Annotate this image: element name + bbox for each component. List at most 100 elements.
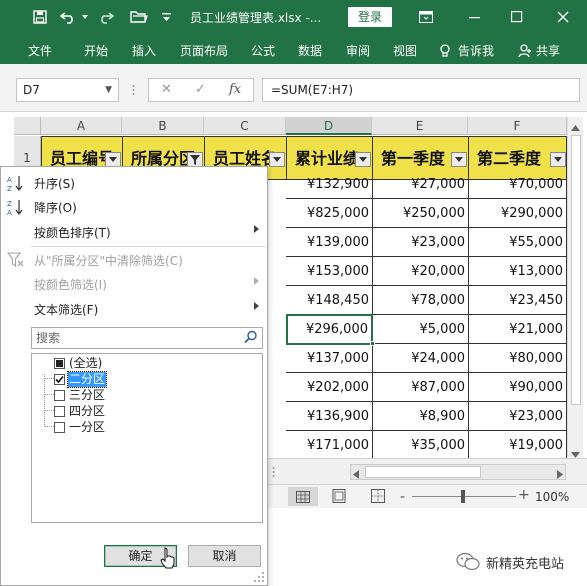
filter-item-region-1[interactable]: 一分区 bbox=[54, 420, 174, 435]
close-icon[interactable] bbox=[551, 6, 575, 28]
unchecked-checkbox-icon[interactable] bbox=[54, 390, 65, 401]
filter-by-color-item[interactable]: 按颜色筛选(I) bbox=[1, 272, 267, 296]
vertical-scrollbar[interactable] bbox=[567, 117, 583, 458]
scroll-right-icon[interactable] bbox=[557, 468, 563, 482]
filter-item-region-4[interactable]: 四分区 bbox=[54, 404, 174, 419]
sort-descending-item[interactable]: ZA 降序(O) bbox=[1, 195, 267, 219]
filter-dropdown-button-e[interactable] bbox=[451, 152, 467, 167]
cancel-button[interactable]: 取消 bbox=[188, 545, 261, 567]
cell-total[interactable]: ¥202,000 bbox=[286, 373, 373, 402]
cell-q2[interactable]: ¥70,000 bbox=[468, 170, 567, 199]
cell-q1[interactable]: ¥20,000 bbox=[372, 257, 469, 286]
cell-total[interactable]: ¥132,900 bbox=[286, 170, 373, 199]
active-cell-d7[interactable]: ¥296,000 bbox=[286, 314, 373, 345]
customize-toolbar-icon[interactable] bbox=[160, 6, 172, 28]
page-break-view-icon[interactable] bbox=[371, 489, 385, 506]
cell-total[interactable]: ¥171,000 bbox=[286, 431, 373, 460]
cell-q2[interactable]: ¥23,000 bbox=[468, 402, 567, 431]
scroll-left-icon[interactable] bbox=[353, 468, 359, 482]
save-icon[interactable] bbox=[30, 6, 50, 28]
horizontal-scroll-thumb[interactable] bbox=[365, 466, 481, 478]
cell-q2[interactable]: ¥21,000 bbox=[468, 315, 567, 344]
cell-total[interactable]: ¥139,000 bbox=[286, 228, 373, 257]
filter-dropdown-button-c[interactable] bbox=[269, 152, 285, 167]
login-button[interactable]: 登录 bbox=[348, 7, 392, 27]
name-box-dropdown-icon[interactable]: ▼ bbox=[105, 79, 112, 101]
cell-q2[interactable]: ¥290,000 bbox=[468, 199, 567, 228]
filter-values-list[interactable]: (全选) 二分区 三分区 四分区 一分区 bbox=[31, 353, 263, 523]
scroll-up-icon[interactable] bbox=[571, 120, 580, 134]
redo-icon[interactable] bbox=[96, 6, 116, 28]
cell-total[interactable]: ¥136,900 bbox=[286, 402, 373, 431]
unchecked-checkbox-icon[interactable] bbox=[54, 406, 65, 417]
cell-q1[interactable]: ¥87,000 bbox=[372, 373, 469, 402]
sheet-tab-splitter[interactable] bbox=[272, 466, 296, 478]
cell-total[interactable]: ¥153,000 bbox=[286, 257, 373, 286]
page-layout-view-icon[interactable] bbox=[332, 489, 346, 506]
text-filter-item[interactable]: 文本筛选(F) bbox=[1, 297, 267, 321]
column-header-d[interactable]: D bbox=[286, 117, 372, 135]
minimize-icon[interactable] bbox=[463, 6, 487, 28]
column-header-a[interactable]: A bbox=[41, 117, 122, 135]
cell-total[interactable]: ¥137,000 bbox=[286, 344, 373, 373]
tell-me-search[interactable]: 告诉我 bbox=[438, 42, 494, 59]
cell-q1[interactable]: ¥5,000 bbox=[372, 315, 469, 344]
cell-q2[interactable]: ¥80,000 bbox=[468, 344, 567, 373]
search-icon[interactable] bbox=[244, 330, 258, 350]
tab-file[interactable]: 文件 bbox=[28, 42, 52, 59]
vertical-scroll-thumb[interactable] bbox=[571, 135, 581, 405]
tab-formulas[interactable]: 公式 bbox=[251, 42, 275, 59]
resize-grip-icon[interactable] bbox=[253, 571, 265, 586]
sort-ascending-item[interactable]: AZ 升序(S) bbox=[1, 171, 267, 195]
filter-item-region-3[interactable]: 三分区 bbox=[54, 388, 174, 403]
formula-input[interactable]: =SUM(E7:H7) bbox=[262, 78, 580, 102]
sort-by-color-item[interactable]: 按颜色排序(T) bbox=[1, 220, 267, 244]
undo-icon[interactable] bbox=[58, 6, 78, 28]
cell-q2[interactable]: ¥90,000 bbox=[468, 373, 567, 402]
unchecked-checkbox-icon[interactable] bbox=[54, 422, 65, 433]
filter-item-select-all[interactable]: (全选) bbox=[54, 356, 174, 371]
open-folder-icon[interactable] bbox=[128, 6, 150, 28]
filter-button-region-active[interactable] bbox=[187, 152, 203, 167]
tab-insert[interactable]: 插入 bbox=[132, 42, 156, 59]
filter-dropdown-button-d[interactable] bbox=[355, 152, 371, 167]
name-box[interactable]: D7 ▼ bbox=[16, 78, 119, 102]
cell-total[interactable]: ¥825,000 bbox=[286, 199, 373, 228]
cell-q1[interactable]: ¥35,000 bbox=[372, 431, 469, 460]
maximize-icon[interactable] bbox=[505, 6, 529, 28]
cell-total[interactable]: ¥148,450 bbox=[286, 286, 373, 315]
clear-filter-item[interactable]: 从"所属分区"中清除筛选(C) bbox=[1, 248, 267, 272]
ribbon-display-options-icon[interactable] bbox=[414, 6, 438, 28]
tab-view[interactable]: 视图 bbox=[393, 42, 417, 59]
confirm-entry-icon[interactable]: ✓ bbox=[195, 82, 206, 97]
column-header-f[interactable]: F bbox=[468, 117, 567, 135]
cell-q1[interactable]: ¥78,000 bbox=[372, 286, 469, 315]
select-all-corner[interactable] bbox=[14, 117, 41, 135]
tab-home[interactable]: 开始 bbox=[84, 42, 108, 59]
formula-bar-grip[interactable] bbox=[132, 84, 135, 96]
zoom-level[interactable]: 100% bbox=[535, 490, 569, 504]
zoom-in-button[interactable]: + bbox=[518, 487, 530, 503]
cell-q1[interactable]: ¥27,000 bbox=[372, 170, 469, 199]
column-header-e[interactable]: E bbox=[372, 117, 468, 135]
cell-q2[interactable]: ¥13,000 bbox=[468, 257, 567, 286]
filter-item-region-2[interactable]: 二分区 bbox=[54, 371, 174, 388]
share-button[interactable]: 共享 bbox=[518, 42, 560, 59]
checked-checkbox-icon[interactable] bbox=[54, 374, 65, 385]
cancel-entry-icon[interactable]: ✕ bbox=[161, 82, 172, 97]
partial-checkbox-icon[interactable] bbox=[54, 358, 65, 369]
tab-review[interactable]: 审阅 bbox=[346, 42, 370, 59]
filter-dropdown-button-a[interactable] bbox=[105, 152, 121, 167]
cell-q2[interactable]: ¥23,450 bbox=[468, 286, 567, 315]
tab-page-layout[interactable]: 页面布局 bbox=[180, 42, 228, 59]
filter-search-input[interactable]: 搜索 bbox=[31, 327, 263, 349]
cell-q1[interactable]: ¥23,000 bbox=[372, 228, 469, 257]
fill-handle[interactable] bbox=[370, 341, 375, 346]
zoom-out-button[interactable]: - bbox=[400, 489, 405, 505]
cell-q1[interactable]: ¥24,000 bbox=[372, 344, 469, 373]
cell-q2[interactable]: ¥19,000 bbox=[468, 431, 567, 460]
cell-q1[interactable]: ¥8,900 bbox=[372, 402, 469, 431]
column-header-c[interactable]: C bbox=[204, 117, 286, 135]
filter-dropdown-button-f[interactable] bbox=[550, 152, 566, 167]
column-header-b[interactable]: B bbox=[122, 117, 204, 135]
